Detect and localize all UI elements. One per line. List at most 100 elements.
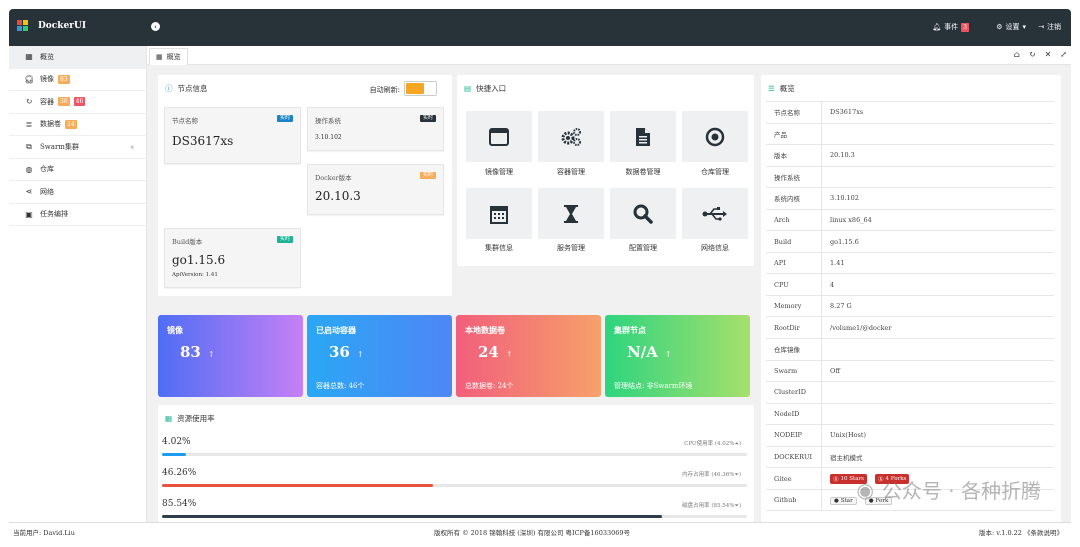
close-icon[interactable]: ✕ <box>1045 50 1052 59</box>
fullscreen-icon[interactable]: ⤢ <box>1060 50 1067 59</box>
arrow-up-icon: ↑ <box>356 350 364 359</box>
overview-row: NODEIP Unix(Host) <box>766 425 1054 447</box>
sidebar-item-1[interactable]: 🎧︎ 镜像 83 <box>9 69 146 91</box>
sidebar-item-2[interactable]: ↻ 容器 36 46 <box>9 91 146 114</box>
align-left-icon: ☰ <box>768 84 775 93</box>
overview-row: API 1.41 <box>766 252 1054 275</box>
os-box: 操作系统 实时 3.10.102 <box>307 107 444 151</box>
os-label: 操作系统 <box>315 117 341 125</box>
stat-footer: 管理结点: 非Swarm环境 <box>614 382 693 390</box>
stat-tile-2[interactable]: 本地数据卷 24 ↑ 总数据卷: 24个 <box>456 315 601 397</box>
overview-key: ClusterID <box>766 382 822 403</box>
window-icon <box>489 127 509 146</box>
realtime-tag: 实时 <box>419 172 436 179</box>
overview-key: Gitee <box>766 468 822 489</box>
arrow-up-icon: ↑ <box>207 350 215 359</box>
overview-table: 节点名称 DS3617xs 产品 版本 20.10.3 操作系统 系统内核 3.10.102 A… <box>766 101 1054 512</box>
quick-access-label[interactable]: 容器管理 <box>538 167 604 177</box>
stat-title: 集群节点 <box>614 325 646 335</box>
globe-icon: ◍ <box>25 164 33 174</box>
sidebar-toggle-button[interactable]: ‹ <box>151 22 160 31</box>
resource-label: 内存占用率 (46.36%⏷) <box>682 472 741 478</box>
overview-row: RootDir/volume1/@docker <box>766 317 1054 340</box>
quick-access-tile-5[interactable] <box>538 188 604 239</box>
quick-access-tile-4[interactable] <box>466 188 532 239</box>
footer: 当前用户: David.Liu 版权所有 © 2018 锦翰科技 (深圳) 有限… <box>9 522 1071 539</box>
overview-row: Build go1.15.6 <box>766 231 1054 253</box>
quick-access-label[interactable]: 网络信息 <box>682 243 748 253</box>
os-value: 3.10.102 <box>315 134 342 141</box>
sidebar-item-4[interactable]: ⧉ Swarm集群 » <box>9 136 146 159</box>
progress-fill <box>162 515 663 518</box>
sidebar-item-3[interactable]: ≣ 数据卷 24 <box>9 114 146 136</box>
events-button[interactable]: 🔔︎ 事件 3 <box>932 22 969 32</box>
home-icon[interactable]: ⌂ <box>1014 50 1020 59</box>
overview-row: 操作系统 <box>766 166 1054 189</box>
stat-tile-3[interactable]: 集群节点 N/A ↑ 管理结点: 非Swarm环境 <box>605 315 750 397</box>
overview-row: 产品 <box>766 123 1054 146</box>
chevron-down-icon: » <box>127 144 136 149</box>
node-name-value: DS3617xs <box>172 134 234 148</box>
quick-access-label[interactable]: 镜像管理 <box>466 167 532 177</box>
stat-title: 镜像 <box>167 325 183 335</box>
overview-value: 1.41 <box>830 259 845 268</box>
sign-out-icon: ⇥ <box>1038 23 1044 31</box>
docker-version-label: Docker版本 <box>315 174 352 182</box>
github-icon: ● <box>834 497 839 504</box>
quick-access-card: ▤ 快捷入口 镜像管理 容器管理 数据卷管理 仓库管理 集群信息 服务管理 配置管理 网络信息 <box>457 75 754 266</box>
stat-tile-1[interactable]: 已启动容器 36 ↑ 容器总数: 46个 <box>307 315 452 397</box>
auto-refresh-label: 自动刷新: <box>369 86 400 94</box>
quick-access-label[interactable]: 数据卷管理 <box>610 167 676 177</box>
overview-value: 3.10.102 <box>830 194 859 203</box>
build-version-box: Build版本 实时 go1.15.6 ApiVersion: 1.41 <box>164 228 301 288</box>
refresh-icon[interactable]: ↻ <box>1029 50 1036 59</box>
version-info[interactable]: 版本: v.1.0.22 《条款说明》 <box>979 527 1063 537</box>
quick-access-tile-3[interactable] <box>682 111 748 162</box>
arrow-up-icon: ↑ <box>664 350 672 359</box>
overview-key: 操作系统 <box>766 166 822 188</box>
overview-row: 版本 20.10.3 <box>766 145 1054 167</box>
file-icon <box>635 127 651 147</box>
share-icon: ⋖ <box>25 187 33 197</box>
sidebar-item-5[interactable]: ◍ 仓库 <box>9 159 146 181</box>
quick-access-tile-6[interactable] <box>610 188 676 239</box>
progress-fill <box>162 484 433 487</box>
app-window: DockerUI ‹ 🔔︎ 事件 3 ⚙ 设置 ▾ ⇥ 注销 ▦ 概览 🎧︎ 镜像 83… <box>9 9 1071 539</box>
stat-number: N/A <box>627 343 658 361</box>
quick-access-tile-0[interactable] <box>466 111 532 162</box>
sidebar-item-7[interactable]: ▣ 任务编排 <box>9 204 146 226</box>
overview-card: ☰ 概览 节点名称 DS3617xs 产品 版本 20.10.3 操作系统 系统内核 3.10… <box>761 75 1061 522</box>
sidebar-badge: 83 <box>58 74 70 84</box>
node-info-card: ⓘ 节点信息 自动刷新: 节点名称 实时 DS3617xs 操作系统 实时 3.… <box>158 75 452 296</box>
overview-key: NodeID <box>766 403 822 425</box>
overview-row: DOCKERUI 宿主机模式 <box>766 446 1054 469</box>
quick-access-label[interactable]: 集群信息 <box>466 243 532 253</box>
stat-value: 24 ↑ <box>478 343 513 361</box>
auto-refresh-toggle[interactable] <box>404 81 437 96</box>
quick-access-tile-1[interactable] <box>538 111 604 162</box>
app-title: DockerUI <box>38 21 87 31</box>
quick-access-tile-2[interactable] <box>610 111 676 162</box>
quick-access-tile-7[interactable] <box>682 188 748 239</box>
realtime-tag: 实时 <box>276 115 293 122</box>
overview-value: 宿主机模式 <box>830 454 863 463</box>
github-star-button[interactable]: ● Star <box>830 496 857 505</box>
sidebar-item-6[interactable]: ⋖ 网络 <box>9 181 146 204</box>
stat-number: 83 <box>180 343 201 361</box>
sidebar-badge: 46 <box>73 97 86 107</box>
overview-value: linux x86_64 <box>830 216 872 224</box>
sidebar-item-0[interactable]: ▦ 概览 <box>9 46 146 69</box>
progress-bar <box>162 515 747 518</box>
stat-tile-0[interactable]: 镜像 83 ↑ <box>158 315 303 397</box>
logout-button[interactable]: ⇥ 注销 <box>1038 22 1061 32</box>
settings-button[interactable]: ⚙ 设置 ▾ <box>996 22 1026 32</box>
overview-key: RootDir <box>766 317 822 339</box>
headset-icon: 🎧︎ <box>24 74 35 84</box>
overview-key: DOCKERUI <box>766 446 822 468</box>
quick-access-label[interactable]: 配置管理 <box>610 243 676 253</box>
refresh-icon: ↻ <box>25 97 33 107</box>
events-label: 事件 <box>944 23 959 31</box>
quick-access-label[interactable]: 服务管理 <box>538 243 604 253</box>
tab-overview[interactable]: ▦ 概览 <box>149 48 188 65</box>
quick-access-label[interactable]: 仓库管理 <box>682 167 748 177</box>
